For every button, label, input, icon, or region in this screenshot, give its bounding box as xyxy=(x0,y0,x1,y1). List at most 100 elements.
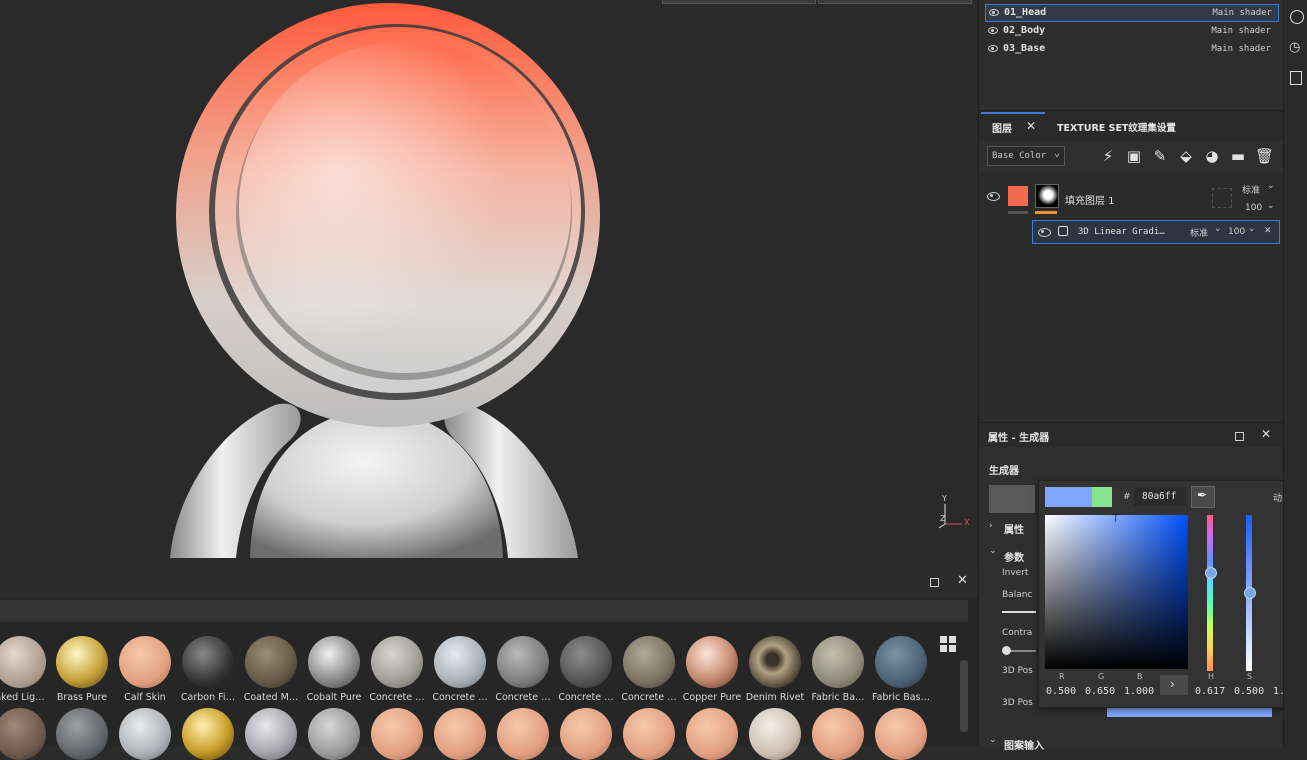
shelf-maximize-icon[interactable] xyxy=(930,578,939,587)
material-thumb[interactable] xyxy=(749,708,801,760)
effect-row[interactable]: 3D Linear Gradi… 标准 ⌄ 100 ⌄ ✕ xyxy=(1032,220,1280,244)
material-label[interactable]: aked Lig… xyxy=(0,692,51,703)
tab-close-icon[interactable]: ✕ xyxy=(1026,119,1036,133)
material-thumb[interactable] xyxy=(0,708,46,760)
material-label[interactable]: Copper Pure xyxy=(681,692,743,703)
texture-set-shader[interactable]: Main shader xyxy=(1211,26,1271,36)
magic-wand-icon[interactable]: ⚡ xyxy=(1099,147,1117,165)
material-thumb[interactable] xyxy=(686,708,738,760)
effect-blend-mode[interactable]: 标准 xyxy=(1190,226,1208,239)
material-thumb[interactable] xyxy=(371,636,423,688)
material-thumb[interactable] xyxy=(560,708,612,760)
history-icon[interactable]: ◷ xyxy=(1289,40,1300,55)
material-thumb[interactable] xyxy=(0,636,46,688)
material-thumb[interactable] xyxy=(497,708,549,760)
r-value[interactable]: 0.500 xyxy=(1046,686,1076,697)
rgb-hsv-toggle-button[interactable]: › xyxy=(1160,675,1188,695)
tab-layers[interactable]: 图层 xyxy=(992,120,1012,135)
chevron-right-icon[interactable]: › xyxy=(989,521,993,531)
material-label[interactable]: Concrete … xyxy=(618,692,680,703)
grid-view-icon[interactable] xyxy=(940,636,956,652)
material-thumb[interactable] xyxy=(56,708,108,760)
texture-set-row[interactable]: 02_Body Main shader xyxy=(985,23,1277,39)
layer-mask-thumb[interactable] xyxy=(1035,184,1059,208)
material-label[interactable]: Concrete … xyxy=(366,692,428,703)
hue-slider-knob[interactable] xyxy=(1205,567,1217,579)
fill-layer-row[interactable]: 填充图层 1 标准 ⌄ 100 ⌄ xyxy=(979,178,1284,218)
material-thumb[interactable] xyxy=(308,636,360,688)
material-label[interactable]: Fabric Bas… xyxy=(870,692,932,703)
visibility-eye-icon[interactable] xyxy=(1038,228,1051,237)
eyedropper-button[interactable]: ✒ xyxy=(1191,486,1215,508)
material-label[interactable]: Brass Pure xyxy=(51,692,113,703)
material-thumb[interactable] xyxy=(182,636,234,688)
material-thumb[interactable] xyxy=(371,708,423,760)
material-thumb[interactable] xyxy=(812,708,864,760)
material-label[interactable]: Calf Skin xyxy=(114,692,176,703)
material-thumb[interactable] xyxy=(560,636,612,688)
material-thumb[interactable] xyxy=(56,636,108,688)
viewport-toolbar-right[interactable] xyxy=(818,0,972,4)
texture-set-shader[interactable]: Main shader xyxy=(1211,44,1271,54)
h-value[interactable]: 0.617 xyxy=(1195,686,1225,697)
visibility-eye-icon[interactable] xyxy=(988,27,998,34)
material-label[interactable]: Cobalt Pure xyxy=(303,692,365,703)
chevron-down-icon[interactable]: ⌄ xyxy=(989,546,997,556)
layer-blend-mode[interactable]: 标准 xyxy=(1242,183,1260,196)
texture-set-row[interactable]: 03_Base Main shader xyxy=(985,41,1277,57)
material-thumb[interactable] xyxy=(623,636,675,688)
shelf-close-icon[interactable]: ✕ xyxy=(957,573,968,588)
shelf-search-bar[interactable] xyxy=(0,600,968,622)
hex-input[interactable]: 80a6ff xyxy=(1134,487,1186,506)
mask-icon[interactable]: ▣ xyxy=(1125,147,1143,165)
layer-mask-placeholder[interactable] xyxy=(1212,188,1232,208)
visibility-eye-icon[interactable] xyxy=(989,9,999,16)
shelf-scrollbar[interactable] xyxy=(960,660,968,732)
properties-close-icon[interactable]: ✕ xyxy=(1261,427,1271,441)
material-thumb[interactable] xyxy=(686,636,738,688)
previous-color-swatch[interactable] xyxy=(1092,487,1112,507)
s-value[interactable]: 0.500 xyxy=(1234,686,1264,697)
smart-material-icon[interactable]: ◕ xyxy=(1203,147,1221,165)
chevron-down-icon[interactable]: ⌄ xyxy=(989,735,997,745)
folder-icon[interactable]: ▬ xyxy=(1229,147,1247,165)
trash-icon[interactable]: 🗑 xyxy=(1255,147,1274,165)
effect-close-icon[interactable]: ✕ xyxy=(1264,226,1272,236)
material-label[interactable]: Concrete … xyxy=(429,692,491,703)
material-thumb[interactable] xyxy=(623,708,675,760)
tab-texture-set-settings[interactable]: TEXTURE SET纹理集设置 xyxy=(1057,120,1176,134)
layer-settings-icon[interactable] xyxy=(1290,10,1304,24)
material-label[interactable]: Fabric Ba… xyxy=(807,692,869,703)
visibility-eye-icon[interactable] xyxy=(987,192,1000,201)
material-thumb[interactable] xyxy=(119,636,171,688)
material-thumb[interactable] xyxy=(434,708,486,760)
balance-slider[interactable] xyxy=(1002,611,1036,613)
channel-select[interactable]: Base Color ⌄ xyxy=(987,146,1065,166)
visibility-eye-icon[interactable] xyxy=(988,45,998,52)
log-icon[interactable] xyxy=(1290,71,1302,85)
material-thumb[interactable] xyxy=(119,708,171,760)
layer-color-thumb[interactable] xyxy=(1008,186,1028,206)
material-label[interactable]: Coated M… xyxy=(240,692,302,703)
material-thumb[interactable] xyxy=(245,636,297,688)
attributes-group[interactable]: 属性 xyxy=(1004,521,1024,536)
material-thumb[interactable] xyxy=(875,636,927,688)
saturation-value-square[interactable] xyxy=(1045,515,1188,669)
b-value[interactable]: 1.000 xyxy=(1124,686,1154,697)
material-thumb[interactable] xyxy=(434,636,486,688)
hue-slider[interactable] xyxy=(1207,515,1213,671)
material-label[interactable]: Concrete … xyxy=(492,692,554,703)
material-label[interactable]: Denim Rivet xyxy=(744,692,806,703)
fill-bucket-icon[interactable]: ⬙ xyxy=(1177,147,1195,165)
layer-name[interactable]: 填充图层 1 xyxy=(1065,192,1115,207)
saturation-slider-knob[interactable] xyxy=(1244,587,1256,599)
material-thumb[interactable] xyxy=(875,708,927,760)
generator-thumbnail[interactable] xyxy=(989,485,1035,513)
g-value[interactable]: 0.650 xyxy=(1085,686,1115,697)
texture-set-row[interactable]: 01_Head Main shader xyxy=(985,4,1279,22)
effect-opacity[interactable]: 100 xyxy=(1228,227,1245,237)
image-input-group[interactable]: 图案输入 xyxy=(1004,737,1044,752)
paint-brush-icon[interactable]: ✎ xyxy=(1151,147,1169,165)
material-thumb[interactable] xyxy=(497,636,549,688)
texture-set-shader[interactable]: Main shader xyxy=(1212,8,1272,18)
